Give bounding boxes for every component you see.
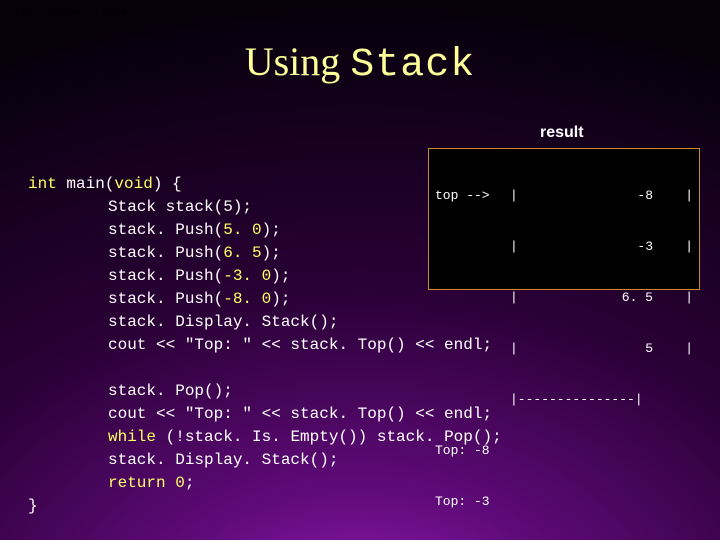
code-number: 6. 5 <box>223 244 261 262</box>
result-label: result <box>540 124 584 142</box>
code-text: ); <box>271 267 290 285</box>
breadcrumb: Stack and Queue / Slide 15 <box>8 6 142 18</box>
code-block: int main(void) { Stack stack(5); stack. … <box>28 150 502 518</box>
code-text: stack. Push( <box>108 244 223 262</box>
slide-title: Using Stack <box>0 38 720 88</box>
code-number: -3. 0 <box>223 267 271 285</box>
terminal-bar: | <box>683 340 693 357</box>
code-text: (!stack. Is. Empty()) stack. Pop(); <box>156 428 502 446</box>
code-line: cout << "Top: " << stack. Top() << endl; <box>108 405 492 423</box>
code-number: 5. 0 <box>223 221 261 239</box>
code-keyword: void <box>114 175 152 193</box>
title-prefix: Using <box>245 39 351 84</box>
terminal-row-value: 5 <box>520 340 683 357</box>
code-number: -8. 0 <box>223 290 271 308</box>
code-text: ; <box>185 474 195 492</box>
code-keyword: while <box>108 428 156 446</box>
code-line: stack. Display. Stack(); <box>108 313 338 331</box>
code-line: cout << "Top: " << stack. Top() << endl; <box>108 336 492 354</box>
code-line: } <box>28 497 38 515</box>
code-keyword: int <box>28 175 57 193</box>
terminal-bar: | <box>510 238 520 255</box>
slide: Stack and Queue / Slide 15 Using Stack r… <box>0 0 720 540</box>
terminal-bar: | <box>510 340 520 357</box>
title-mono: Stack <box>350 43 475 88</box>
code-text: ) { <box>153 175 182 193</box>
code-text: ); <box>262 244 281 262</box>
terminal-bar: | <box>510 289 520 306</box>
terminal-row-value: -3 <box>520 238 683 255</box>
terminal-bar: | <box>510 187 520 204</box>
code-line: Stack stack(5); <box>108 198 252 216</box>
code-text: ); <box>262 221 281 239</box>
code-text: ); <box>271 290 290 308</box>
code-text: stack. Push( <box>108 290 223 308</box>
code-text: main( <box>57 175 115 193</box>
terminal-bar: | <box>683 187 693 204</box>
terminal-divider-text: |---------------| <box>510 391 643 408</box>
terminal-bar: | <box>683 238 693 255</box>
code-text: stack. Push( <box>108 221 223 239</box>
code-number: 0 <box>175 474 185 492</box>
terminal-bar: | <box>683 289 693 306</box>
code-text <box>166 474 176 492</box>
code-line: stack. Pop(); <box>108 382 233 400</box>
code-line: stack. Display. Stack(); <box>108 451 338 469</box>
terminal-row-value: 6. 5 <box>520 289 683 306</box>
code-keyword: return <box>108 474 166 492</box>
terminal-row-value: -8 <box>520 187 683 204</box>
code-text: stack. Push( <box>108 267 223 285</box>
